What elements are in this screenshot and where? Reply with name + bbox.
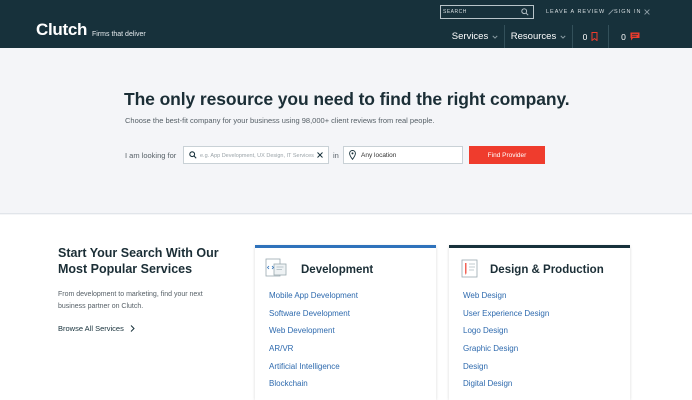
list-item[interactable]: Logo Design bbox=[463, 325, 549, 343]
chevron-right-icon bbox=[130, 325, 135, 332]
close-icon[interactable] bbox=[317, 152, 323, 158]
code-window-icon bbox=[265, 258, 287, 277]
hero-section: The only resource you need to find the r… bbox=[0, 48, 692, 214]
development-list: Mobile App Development Software Developm… bbox=[269, 290, 358, 396]
top-header: Clutch Firms that deliver LEAVE A REVIEW… bbox=[0, 0, 692, 48]
clutch-logo[interactable]: Clutch bbox=[36, 20, 87, 40]
shortlist-count: 0 bbox=[582, 31, 588, 42]
design-card-title: Design & Production bbox=[490, 264, 604, 276]
bookmark-icon bbox=[591, 32, 598, 41]
list-item[interactable]: Web Development bbox=[269, 325, 358, 343]
leave-review-label: LEAVE A REVIEW bbox=[546, 9, 606, 15]
design-list: Web Design User Experience Design Logo D… bbox=[463, 290, 549, 396]
design-tools-icon bbox=[461, 259, 478, 278]
messages-count: 0 bbox=[621, 31, 626, 42]
chevron-down-icon bbox=[492, 35, 498, 39]
list-item[interactable]: User Experience Design bbox=[463, 308, 549, 326]
location-input[interactable] bbox=[361, 150, 457, 161]
message-icon bbox=[630, 32, 640, 41]
list-item[interactable]: Digital Design bbox=[463, 378, 549, 396]
chevron-down-icon bbox=[560, 35, 566, 39]
leave-review-link[interactable]: LEAVE A REVIEW bbox=[546, 9, 614, 15]
service-search-field[interactable] bbox=[183, 146, 329, 164]
looking-for-label: I am looking for bbox=[125, 151, 177, 160]
header-search[interactable] bbox=[440, 5, 534, 19]
list-item[interactable]: Design bbox=[463, 361, 549, 379]
header-search-input[interactable] bbox=[443, 7, 519, 17]
list-item[interactable]: Graphic Design bbox=[463, 343, 549, 361]
nav-shortlist[interactable]: 0 bbox=[572, 25, 608, 48]
development-card: Development Mobile App Development Softw… bbox=[255, 245, 436, 400]
tagline: Firms that deliver bbox=[92, 31, 146, 38]
sign-in-label: SIGN IN bbox=[614, 9, 642, 15]
popular-services-description: From development to marketing, find your… bbox=[58, 291, 203, 310]
list-item[interactable]: Web Design bbox=[463, 290, 549, 308]
browse-all-services-link[interactable]: Browse All Services bbox=[58, 324, 135, 333]
location-field[interactable] bbox=[343, 146, 463, 164]
in-label: in bbox=[333, 151, 339, 160]
page-title: The only resource you need to find the r… bbox=[124, 89, 570, 109]
list-item[interactable]: Software Development bbox=[269, 308, 358, 326]
browse-all-label: Browse All Services bbox=[58, 324, 124, 333]
list-item[interactable]: AR/VR bbox=[269, 343, 358, 361]
list-item[interactable]: Artificial Intelligence bbox=[269, 361, 358, 379]
popular-services-title: Start Your Search With Our Most Popular … bbox=[58, 246, 219, 276]
nav-resources[interactable]: Resources bbox=[504, 25, 572, 48]
search-icon bbox=[189, 151, 197, 159]
search-icon[interactable] bbox=[521, 8, 529, 16]
find-provider-button[interactable]: Find Provider bbox=[469, 146, 545, 164]
sign-in-icon bbox=[644, 9, 651, 15]
nav-services-label: Services bbox=[451, 31, 489, 42]
popular-services-section: Start Your Search With Our Most Popular … bbox=[0, 215, 692, 400]
list-item[interactable]: Blockchain bbox=[269, 378, 358, 396]
nav-messages[interactable]: 0 bbox=[608, 25, 652, 48]
development-card-title: Development bbox=[301, 264, 374, 276]
service-search-input[interactable] bbox=[200, 150, 314, 161]
location-pin-icon bbox=[349, 150, 356, 160]
nav-resources-label: Resources bbox=[510, 31, 557, 42]
sign-in-link[interactable]: SIGN IN bbox=[614, 9, 651, 15]
hero-subtitle: Choose the best-fit company for your bus… bbox=[125, 116, 435, 125]
design-card: Design & Production Web Design User Expe… bbox=[449, 245, 630, 400]
nav-services[interactable]: Services bbox=[446, 25, 504, 48]
list-item[interactable]: Mobile App Development bbox=[269, 290, 358, 308]
